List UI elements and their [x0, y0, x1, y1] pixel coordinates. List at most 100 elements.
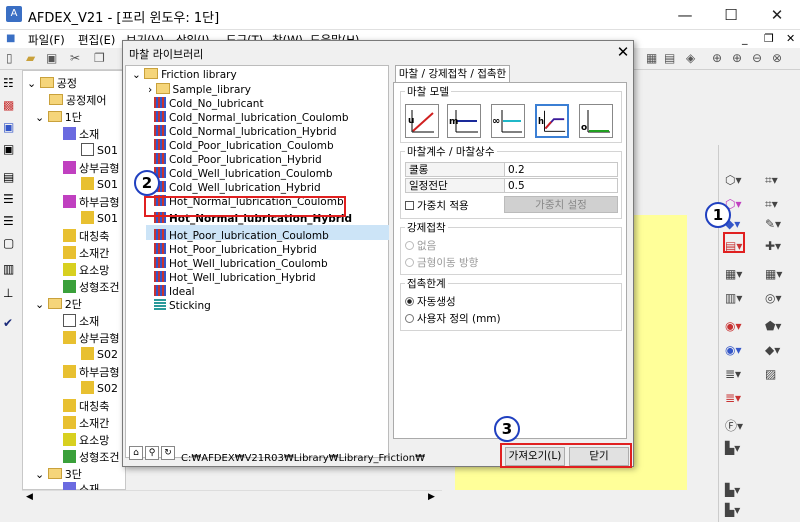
model-button-u[interactable]: u	[405, 104, 439, 138]
tool-icon[interactable]: ◆▾	[765, 343, 780, 357]
monitor2-icon[interactable]: ▣	[3, 142, 19, 158]
list-icon[interactable]: ☰	[3, 192, 19, 208]
tree-node[interactable]: S02	[81, 381, 118, 395]
library-item[interactable]: Cold_No_lubricant	[154, 97, 264, 111]
monitor-icon[interactable]: ▣	[3, 120, 19, 136]
tool-icon[interactable]: ≣▾	[725, 367, 741, 381]
tool-icon[interactable]: ◉▾	[725, 319, 742, 333]
param-value-coulomb[interactable]: 0.2	[504, 162, 618, 177]
tree-node[interactable]: 소재간	[63, 245, 109, 261]
library-item[interactable]: Hot_Poor_lubrication_Coulomb	[154, 229, 329, 243]
tree-node[interactable]: 대칭축	[63, 398, 109, 414]
library-item[interactable]: Cold_Well_lubrication_Hybrid	[154, 181, 321, 195]
tree-node[interactable]: ⌄ 3단	[35, 466, 82, 482]
save-icon[interactable]: ▣	[46, 51, 62, 67]
tree-node[interactable]: S01	[81, 211, 118, 225]
library-item[interactable]: Cold_Well_lubrication_Coulomb	[154, 167, 333, 181]
library-item[interactable]: Hot_Poor_lubrication_Hybrid	[154, 243, 317, 257]
search-icon[interactable]: ⚲	[145, 446, 159, 460]
tool-icon[interactable]: ✎▾	[765, 217, 781, 231]
zoom-fit-icon[interactable]: ⊕	[712, 51, 728, 67]
library-item[interactable]: Cold_Normal_lubrication_Coulomb	[154, 111, 349, 125]
tool-icon[interactable]: ⬡▾	[725, 173, 742, 187]
library-folder[interactable]: › Sample_library	[148, 83, 251, 97]
tree-node[interactable]: 성형조건	[63, 279, 119, 295]
tree-node[interactable]: ⌄ 2단	[35, 296, 82, 312]
weight-settings-button[interactable]: 가중치 설정	[504, 196, 618, 213]
tool-icon[interactable]: ▙▾	[725, 441, 740, 455]
tool-icon[interactable]: ≣▾	[725, 391, 741, 405]
horizontal-scrollbar[interactable]: ◀ ▶	[22, 490, 442, 504]
tree-node[interactable]: S01	[81, 177, 118, 191]
tree-node[interactable]: 상부금형	[63, 160, 119, 176]
weight-checkbox[interactable]: 가중치 적용	[405, 198, 469, 213]
tool-icon[interactable]: ▤	[664, 51, 680, 67]
cut-icon[interactable]: ✂	[70, 51, 86, 67]
param-value-shear[interactable]: 0.5	[504, 178, 618, 193]
dialog-close-icon[interactable]: ✕	[613, 42, 633, 62]
library-item[interactable]: Cold_Normal_lubrication_Hybrid	[154, 125, 337, 139]
model-button-h[interactable]: h	[535, 104, 569, 138]
library-root[interactable]: ⌄ Friction library	[132, 68, 237, 81]
library-item[interactable]: Ideal	[154, 285, 195, 299]
tool-icon[interactable]: ◎▾	[765, 291, 782, 305]
tree-node[interactable]: ⌄ 1단	[35, 109, 82, 125]
library-item[interactable]: Hot_Well_lubrication_Coulomb	[154, 257, 328, 271]
tree-node[interactable]: 공정제어	[49, 92, 106, 108]
zoom-out-icon[interactable]: ⊖	[752, 51, 768, 67]
tool-icon[interactable]: ✚▾	[765, 239, 781, 253]
process-icon[interactable]: ▩	[3, 98, 19, 114]
zoom-window-icon[interactable]: ⊗	[772, 51, 788, 67]
tool-icon[interactable]: ▙▾	[725, 503, 740, 517]
minimize-icon[interactable]: —	[662, 0, 708, 30]
menu-edit[interactable]: 편집(E)	[78, 32, 115, 48]
tool-icon[interactable]: ▨	[765, 367, 776, 381]
menu-file[interactable]: 파일(F)	[28, 32, 65, 48]
model-button-infinity[interactable]: ∞	[491, 104, 525, 138]
home-icon[interactable]: ⌂	[129, 446, 143, 460]
tool-icon[interactable]: ▥▾	[725, 291, 742, 305]
child-close-icon[interactable]: ✕	[786, 32, 795, 45]
zoom-in-icon[interactable]: ⊕	[732, 51, 748, 67]
chart-icon[interactable]: ▥	[3, 262, 19, 278]
tool-icon[interactable]: ◉▾	[725, 343, 742, 357]
library-item[interactable]: Cold_Poor_lubrication_Coulomb	[154, 139, 334, 153]
tool-icon[interactable]: ◈	[686, 51, 702, 67]
force-none-radio[interactable]: 없음	[405, 238, 436, 253]
maximize-icon[interactable]: ☐	[708, 0, 754, 30]
list2-icon[interactable]: ☰	[3, 214, 19, 230]
settings-icon[interactable]: ▤	[3, 170, 19, 186]
cube-icon[interactable]: ▢	[3, 236, 19, 252]
tab-friction[interactable]: 마찰 / 강제접착 / 접촉한계	[395, 65, 510, 97]
tree-node[interactable]: 요소망	[63, 432, 109, 448]
tool-icon[interactable]: ▦	[646, 51, 662, 67]
scroll-left-icon[interactable]: ◀	[26, 492, 33, 502]
open-icon[interactable]: ▰	[26, 51, 42, 67]
tree-node[interactable]: 하부금형	[63, 194, 119, 210]
limit-user-radio[interactable]: 사용자 정의 (mm)	[405, 311, 501, 326]
new-icon[interactable]: ▯	[6, 51, 22, 67]
model-button-m[interactable]: m	[447, 104, 481, 138]
child-restore-icon[interactable]: ❐	[764, 32, 774, 45]
child-minimize-icon[interactable]: _	[742, 32, 748, 45]
check-icon[interactable]: ✔	[3, 316, 19, 332]
library-item[interactable]: Hot_Well_lubrication_Hybrid	[154, 271, 316, 285]
limit-auto-radio[interactable]: 자동생성	[405, 294, 456, 309]
refresh-icon[interactable]: ↻	[161, 446, 175, 460]
tree-icon[interactable]: ☷	[3, 76, 19, 92]
scroll-right-icon[interactable]: ▶	[428, 492, 435, 502]
tree-node[interactable]: 소재간	[63, 415, 109, 431]
tree-node[interactable]: S02	[81, 347, 118, 361]
model-button-o[interactable]: o	[579, 104, 613, 138]
force-die-direction-radio[interactable]: 금형이동 방향	[405, 255, 478, 270]
axis-icon[interactable]: ⊥	[3, 286, 19, 302]
tree-node[interactable]: 상부금형	[63, 330, 119, 346]
tree-node[interactable]: 대칭축	[63, 228, 109, 244]
tree-node[interactable]: 성형조건	[63, 449, 119, 465]
tool-icon[interactable]: ▙▾	[725, 483, 740, 497]
tool-icon[interactable]: Ⓕ▾	[725, 417, 743, 434]
library-item[interactable]: Cold_Poor_lubrication_Hybrid	[154, 153, 322, 167]
tool-icon[interactable]: ▦▾	[765, 267, 782, 281]
tree-node[interactable]: 소재	[63, 313, 99, 329]
library-item[interactable]: Sticking	[154, 299, 211, 313]
